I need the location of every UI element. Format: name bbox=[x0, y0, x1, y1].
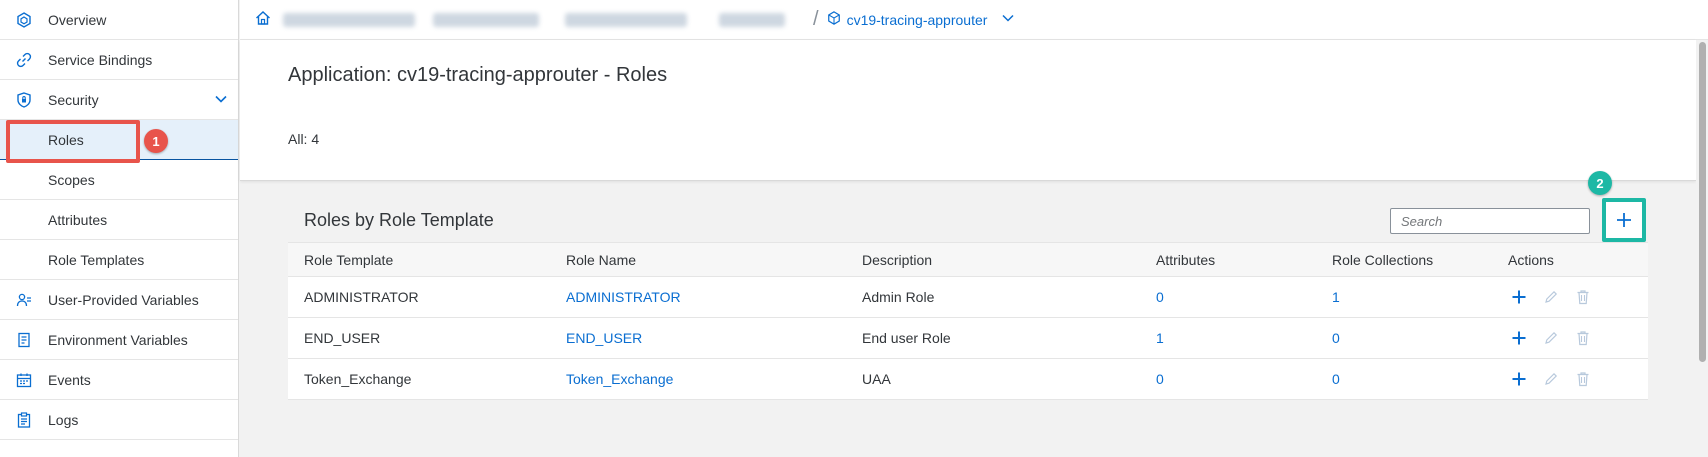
table-row: Token_Exchange Token_Exchange UAA 0 0 bbox=[288, 359, 1648, 400]
column-header: Role Template bbox=[304, 251, 394, 268]
item-count: All: 4 bbox=[288, 131, 320, 147]
calendar-icon bbox=[0, 372, 48, 388]
add-icon[interactable] bbox=[1508, 286, 1530, 308]
delete-icon[interactable] bbox=[1572, 286, 1594, 308]
sidebar-item-events[interactable]: Events bbox=[0, 360, 238, 400]
clipboard-icon bbox=[0, 411, 48, 428]
attributes-count-link[interactable]: 0 bbox=[1140, 277, 1316, 318]
cell-role-template: END_USER bbox=[304, 330, 381, 346]
delete-icon[interactable] bbox=[1572, 327, 1594, 349]
page-title: Application: cv19-tracing-approuter - Ro… bbox=[288, 64, 668, 86]
delete-icon[interactable] bbox=[1572, 368, 1594, 390]
cell-role-template: ADMINISTRATOR bbox=[304, 289, 419, 305]
column-header: Role Name bbox=[566, 251, 637, 268]
breadcrumb: / cv19-tracing-approuter bbox=[240, 0, 1708, 40]
highlight-box-add bbox=[1602, 198, 1646, 242]
link-icon bbox=[0, 52, 48, 68]
role-collections-count-link[interactable]: 1 bbox=[1316, 277, 1492, 318]
role-name-link[interactable]: END_USER bbox=[550, 318, 846, 359]
chevron-down-icon[interactable] bbox=[214, 92, 228, 109]
sidebar-item-label: Roles bbox=[48, 131, 84, 148]
sidebar-item-label: Role Templates bbox=[48, 251, 145, 268]
breadcrumb-item-blurred[interactable] bbox=[565, 12, 687, 27]
scrollbar[interactable] bbox=[1696, 40, 1708, 457]
edit-icon[interactable] bbox=[1540, 327, 1562, 349]
sidebar-item-scopes[interactable]: Scopes bbox=[0, 160, 238, 200]
plus-icon bbox=[1617, 213, 1631, 227]
document-icon bbox=[0, 332, 48, 348]
breadcrumb-item-blurred[interactable] bbox=[433, 12, 539, 27]
column-header: Actions bbox=[1508, 251, 1554, 268]
overview-icon bbox=[0, 11, 48, 28]
sidebar-item-label: Service Bindings bbox=[48, 51, 153, 68]
row-actions bbox=[1508, 368, 1648, 390]
breadcrumb-item-blurred[interactable] bbox=[283, 12, 415, 27]
page-header: Application: cv19-tracing-approuter - Ro… bbox=[240, 40, 1696, 181]
add-role-button[interactable] bbox=[1607, 203, 1641, 237]
sidebar-item-roles[interactable]: Roles bbox=[0, 120, 238, 160]
add-icon[interactable] bbox=[1508, 327, 1530, 349]
cell-description: UAA bbox=[862, 371, 891, 387]
sidebar-item-security[interactable]: Security bbox=[0, 80, 238, 120]
panel-title: Roles by Role Template bbox=[304, 210, 494, 230]
user-variables-icon bbox=[0, 292, 48, 308]
sidebar: Overview Service Bindings Security Roles… bbox=[0, 0, 239, 457]
sidebar-item-label: Overview bbox=[48, 11, 107, 28]
chevron-down-icon[interactable] bbox=[1001, 11, 1015, 28]
scrollbar-thumb[interactable] bbox=[1699, 42, 1706, 362]
edit-icon[interactable] bbox=[1540, 368, 1562, 390]
sidebar-item-role-templates[interactable]: Role Templates bbox=[0, 240, 238, 280]
column-header: Role Collections bbox=[1332, 251, 1434, 268]
table-row: END_USER END_USER End user Role 1 0 bbox=[288, 318, 1648, 359]
breadcrumb-item-blurred[interactable] bbox=[719, 12, 785, 27]
sidebar-item-overview[interactable]: Overview bbox=[0, 0, 238, 40]
sidebar-item-label: Security bbox=[48, 91, 99, 108]
roles-table: Role Template Role Name Description Attr… bbox=[288, 242, 1648, 400]
role-name-link[interactable]: ADMINISTRATOR bbox=[550, 277, 846, 318]
sidebar-item-environment-variables[interactable]: Environment Variables bbox=[0, 320, 238, 360]
attributes-count-link[interactable]: 0 bbox=[1140, 359, 1316, 400]
sidebar-item-label: User-Provided Variables bbox=[48, 291, 199, 308]
cell-description: End user Role bbox=[862, 330, 951, 346]
table-header-row: Role Template Role Name Description Attr… bbox=[288, 242, 1648, 277]
sidebar-item-label: Events bbox=[48, 371, 91, 388]
role-name-link[interactable]: Token_Exchange bbox=[550, 359, 846, 400]
attributes-count-link[interactable]: 1 bbox=[1140, 318, 1316, 359]
sidebar-item-service-bindings[interactable]: Service Bindings bbox=[0, 40, 238, 80]
breadcrumb-current-label: cv19-tracing-approuter bbox=[846, 11, 988, 28]
role-collections-count-link[interactable]: 0 bbox=[1316, 318, 1492, 359]
step-badge-1: 1 bbox=[144, 129, 168, 153]
role-collections-count-link[interactable]: 0 bbox=[1316, 359, 1492, 400]
roles-panel: Roles by Role Template Role Template Rol… bbox=[288, 196, 1648, 400]
row-actions bbox=[1508, 327, 1648, 349]
sidebar-item-label: Scopes bbox=[48, 171, 95, 188]
cell-description: Admin Role bbox=[862, 289, 935, 305]
sidebar-item-attributes[interactable]: Attributes bbox=[0, 200, 238, 240]
search-input[interactable] bbox=[1391, 209, 1589, 233]
step-badge-2: 2 bbox=[1588, 171, 1612, 195]
column-header: Description bbox=[862, 251, 933, 268]
edit-icon[interactable] bbox=[1540, 286, 1562, 308]
breadcrumb-current[interactable]: cv19-tracing-approuter bbox=[827, 11, 1016, 28]
home-icon[interactable] bbox=[255, 10, 271, 29]
sidebar-item-label: Environment Variables bbox=[48, 331, 188, 348]
table-row: ADMINISTRATOR ADMINISTRATOR Admin Role 0… bbox=[288, 277, 1648, 318]
sidebar-item-user-provided-variables[interactable]: User-Provided Variables bbox=[0, 280, 238, 320]
add-icon[interactable] bbox=[1508, 368, 1530, 390]
cell-role-template: Token_Exchange bbox=[304, 371, 412, 387]
shield-icon bbox=[0, 91, 48, 108]
app-icon bbox=[827, 11, 841, 28]
row-actions bbox=[1508, 286, 1648, 308]
search-field[interactable] bbox=[1390, 208, 1590, 234]
sidebar-item-label: Attributes bbox=[48, 211, 108, 228]
column-header: Attributes bbox=[1156, 251, 1216, 268]
breadcrumb-separator: / bbox=[813, 8, 819, 30]
sidebar-item-label: Logs bbox=[48, 411, 79, 428]
sidebar-item-logs[interactable]: Logs bbox=[0, 400, 238, 440]
